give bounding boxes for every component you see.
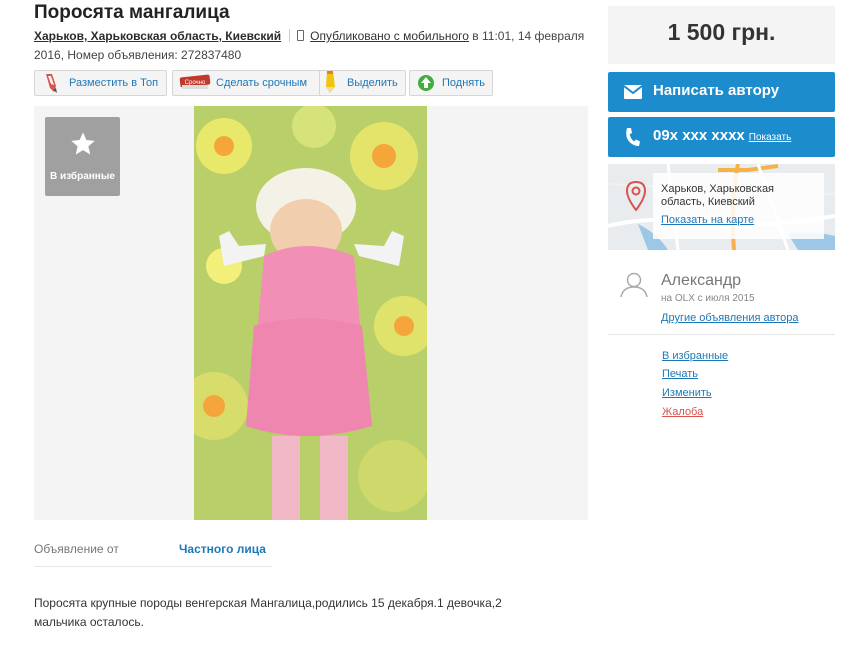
map-pin-icon bbox=[626, 181, 646, 211]
highlight-label: Выделить bbox=[347, 77, 398, 89]
write-author-label: Написать автору bbox=[653, 82, 780, 99]
highlight-button[interactable]: Выделить bbox=[319, 70, 406, 96]
author-other-ads-link[interactable]: Другие объявления автора bbox=[661, 312, 799, 324]
details-divider bbox=[34, 566, 272, 567]
urgent-badge-icon: Срочно bbox=[179, 74, 211, 89]
lift-label: Поднять bbox=[442, 77, 486, 89]
description-line: мальчика осталось. bbox=[34, 615, 144, 629]
phone-button[interactable]: 09x xxx xxxx Показать bbox=[608, 117, 835, 157]
star-icon bbox=[71, 132, 95, 155]
published-time: в 11:01, 14 февраля bbox=[468, 29, 585, 43]
pencil-icon bbox=[326, 71, 335, 93]
add-to-favorites-link[interactable]: В избранные bbox=[662, 350, 728, 362]
map-address: Харьков, Харьковская область, Киевский bbox=[661, 183, 775, 208]
envelope-icon bbox=[624, 85, 642, 99]
write-author-button[interactable]: Написать автору bbox=[608, 72, 835, 112]
user-icon bbox=[620, 272, 648, 298]
add-to-favorites-tile[interactable]: В избранные bbox=[45, 117, 120, 196]
urgent-badge-text: Срочно bbox=[185, 80, 206, 86]
author-since: на OLX с июля 2015 bbox=[661, 293, 755, 304]
ad-from-value[interactable]: Частного лица bbox=[179, 542, 266, 556]
meta-separator bbox=[289, 29, 291, 42]
report-link[interactable]: Жалоба bbox=[662, 406, 703, 418]
print-link[interactable]: Печать bbox=[662, 368, 698, 380]
ad-from-label: Объявление от bbox=[34, 542, 119, 556]
rocket-icon bbox=[46, 74, 57, 93]
mobile-phone-icon bbox=[297, 30, 305, 41]
show-on-map-link[interactable]: Показать на карте bbox=[661, 214, 754, 226]
ad-title: Поросята мангалица bbox=[34, 2, 230, 23]
favorites-tile-label: В избранные bbox=[50, 171, 115, 182]
lift-button[interactable]: Поднять bbox=[409, 70, 493, 96]
author-name: Александр bbox=[661, 272, 742, 289]
ad-photo-image bbox=[194, 106, 427, 520]
show-phone-link[interactable]: Показать bbox=[749, 132, 792, 143]
published-mobile-link[interactable]: Опубликовано с мобильного bbox=[310, 29, 469, 43]
promote-top-label: Разместить в Топ bbox=[69, 77, 159, 89]
phone-number-text: 09x xxx xxxx bbox=[653, 127, 745, 144]
ad-meta: Харьков, Харьковская область, Киевский Оп… bbox=[34, 27, 590, 65]
promote-top-button[interactable]: Разместить в Топ bbox=[34, 70, 167, 96]
phone-number: 09x xxx xxxx Показать bbox=[653, 127, 791, 144]
ad-location-link[interactable]: Харьков, Харьковская область, Киевский bbox=[34, 29, 281, 43]
price: 1 500 грн. bbox=[667, 19, 776, 45]
ad-description: Поросята крупные породы венгерская Манга… bbox=[34, 594, 554, 632]
edit-link[interactable]: Изменить bbox=[662, 387, 712, 399]
sidebar-divider bbox=[608, 334, 835, 335]
description-line: Поросята крупные породы венгерская Манга… bbox=[34, 596, 502, 610]
make-urgent-label: Сделать срочным bbox=[216, 77, 308, 89]
phone-icon bbox=[626, 128, 640, 146]
ad-id: 2016, Номер объявления: 272837480 bbox=[34, 48, 242, 62]
ad-photo[interactable] bbox=[194, 106, 427, 520]
up-arrow-icon bbox=[418, 75, 434, 91]
